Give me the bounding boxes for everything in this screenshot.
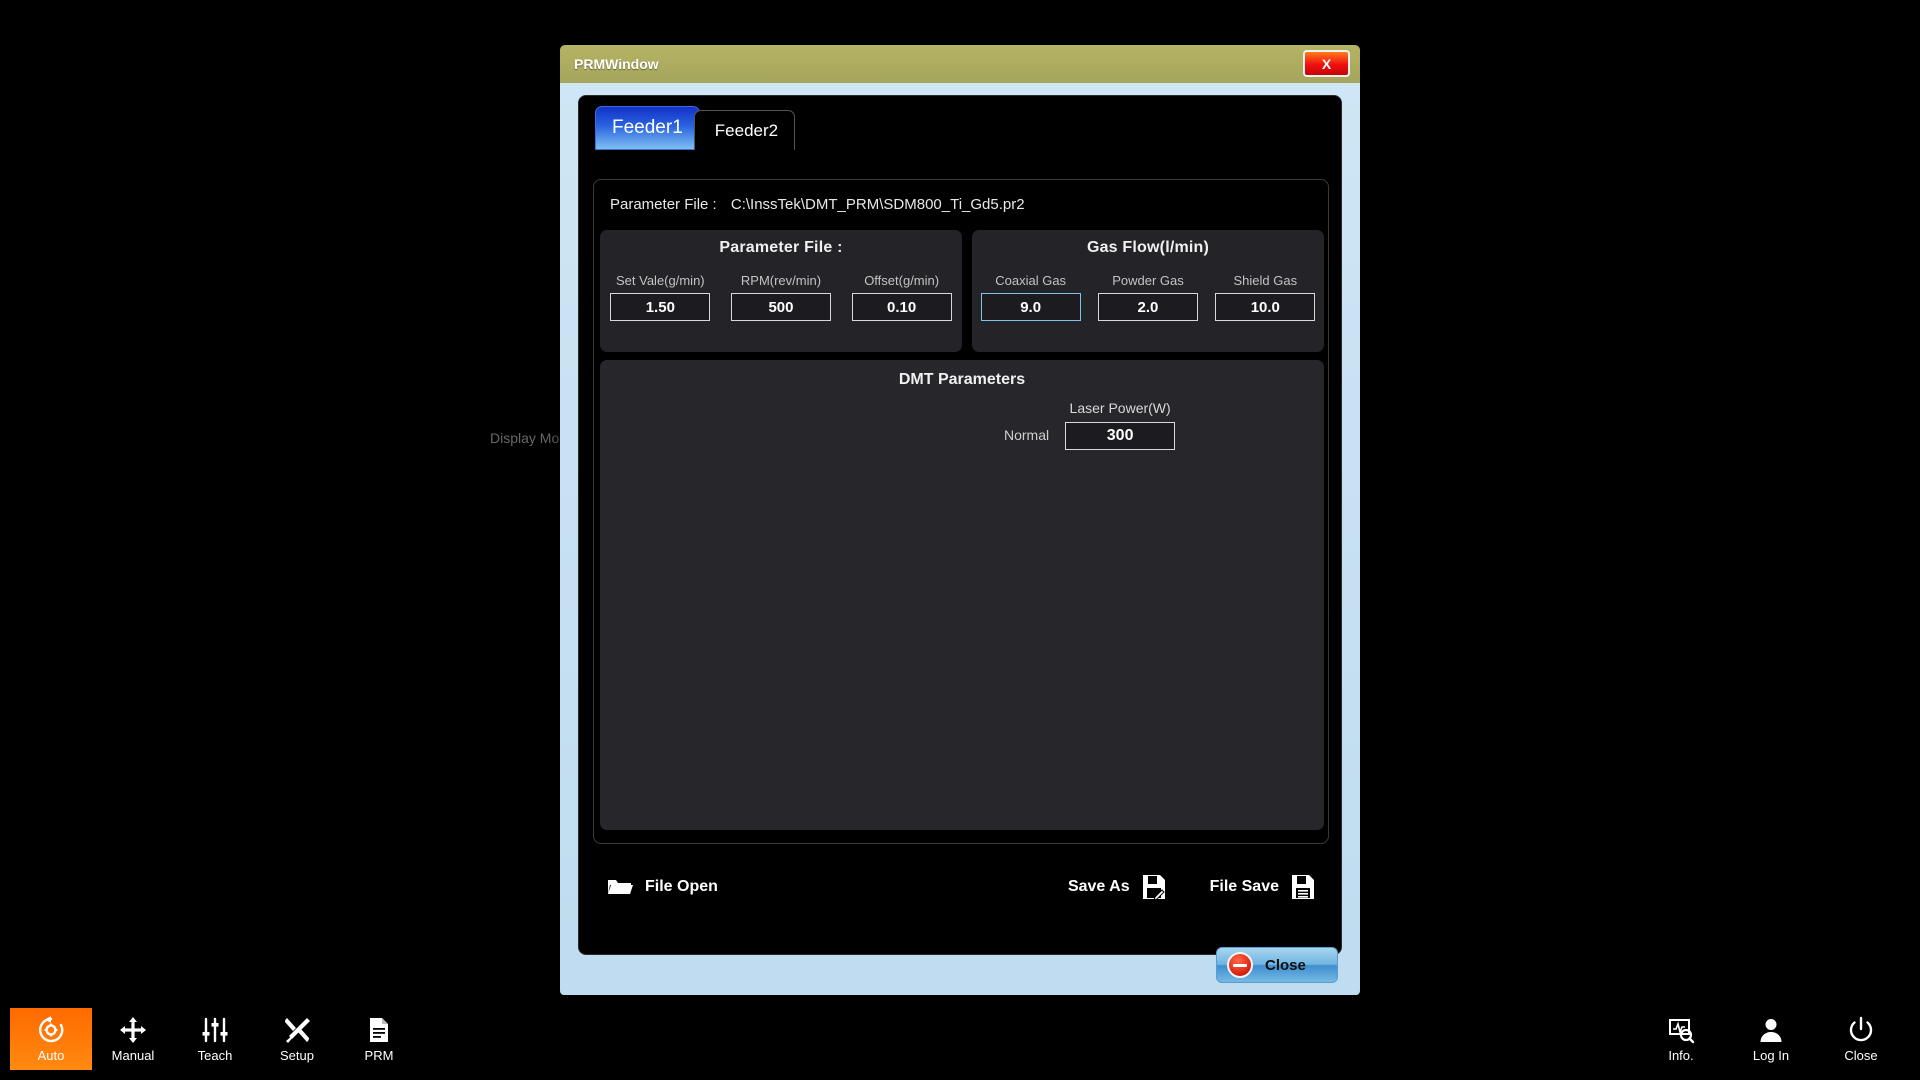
close-dialog-button[interactable]: Close <box>1216 947 1338 983</box>
taskbar-label: Info. <box>1668 1047 1694 1063</box>
document-lines-icon <box>365 1016 393 1044</box>
taskbar-label: Close <box>1844 1047 1878 1063</box>
taskbar-right-group: Info. Log In Close <box>1636 1000 1906 1080</box>
taskbar-item-setup[interactable]: Setup <box>256 1008 338 1070</box>
field-set-vale: Set Vale(g/min) 1.50 <box>604 273 716 321</box>
save-as-icon <box>1142 874 1166 900</box>
taskbar-label: Log In <box>1752 1047 1790 1063</box>
floppy-disk-icon <box>1291 874 1315 900</box>
gas-fields: Coaxial Gas 9.0 Powder Gas 2.0 Shield Ga… <box>972 273 1324 321</box>
tab-feeder2[interactable]: Feeder2 <box>693 110 796 150</box>
parameter-file-group: Parameter File : Set Vale(g/min) 1.50 RP… <box>600 230 962 352</box>
field-laser-power: Laser Power(W) 300 <box>1065 400 1176 450</box>
dialog-titlebar: PRMWindow X <box>560 45 1360 83</box>
field-powder-gas: Powder Gas 2.0 <box>1092 273 1204 321</box>
save-as-label: Save As <box>1067 878 1130 895</box>
taskbar-item-teach[interactable]: Teach <box>174 1008 256 1070</box>
file-open-label: File Open <box>645 878 718 895</box>
taskbar-label: Setup <box>280 1047 314 1063</box>
user-icon <box>1757 1016 1785 1044</box>
feeder1-panel: Parameter File : C:\InssTek\DMT_PRM\SDM8… <box>593 179 1329 844</box>
field-shield-gas: Shield Gas 10.0 <box>1209 273 1321 321</box>
file-action-bar: File Open Save As File Save <box>593 856 1329 918</box>
field-label: Powder Gas <box>1112 273 1184 288</box>
auto-cycle-gear-icon <box>37 1015 65 1044</box>
taskbar: Auto Manual Teach Setup PRM Info. Log In… <box>0 1000 1920 1080</box>
power-icon <box>1847 1016 1875 1044</box>
folder-open-icon <box>607 876 633 898</box>
rpm-input[interactable]: 500 <box>730 293 831 321</box>
field-coaxial-gas: Coaxial Gas 9.0 <box>975 273 1087 321</box>
tab-feeder1[interactable]: Feeder1 <box>595 106 700 150</box>
dialog-title: PRMWindow <box>574 56 659 72</box>
file-open-button[interactable]: File Open <box>607 876 718 898</box>
stop-circle-icon <box>1227 952 1253 978</box>
dmt-parameters-title: DMT Parameters <box>898 371 1026 388</box>
field-label: RPM(rev/min) <box>740 273 822 288</box>
dmt-mode-label: Normal <box>1004 427 1050 443</box>
offset-input[interactable]: 0.10 <box>851 293 952 321</box>
shield-gas-input[interactable]: 10.0 <box>1215 293 1316 321</box>
field-label: Coaxial Gas <box>995 273 1067 288</box>
move-arrows-icon <box>119 1016 147 1044</box>
dmt-parameters-group: DMT Parameters Normal Laser Power(W) 300 <box>600 360 1324 830</box>
taskbar-item-info[interactable]: Info. <box>1636 1008 1726 1070</box>
prm-window-dialog: PRMWindow X Feeder2 Feeder1 Parameter Fi… <box>560 45 1360 995</box>
field-label: Shield Gas <box>1233 273 1298 288</box>
gas-flow-group: Gas Flow(l/min) Coaxial Gas 9.0 Powder G… <box>972 230 1324 352</box>
field-rpm: RPM(rev/min) 500 <box>725 273 837 321</box>
parameter-file-group-title: Parameter File : <box>719 239 843 256</box>
file-save-button[interactable]: File Save <box>1210 874 1315 900</box>
parameter-file-label: Parameter File : <box>610 196 717 213</box>
laser-power-label: Laser Power(W) <box>1069 400 1171 416</box>
close-dialog-label: Close <box>1265 956 1306 974</box>
parameter-file-row: Parameter File : C:\InssTek\DMT_PRM\SDM8… <box>610 196 1025 213</box>
dialog-footer: Close <box>560 947 1360 983</box>
parameter-file-path: C:\InssTek\DMT_PRM\SDM800_Ti_Gd5.pr2 <box>730 196 1025 213</box>
taskbar-label: Teach <box>197 1047 233 1063</box>
gas-flow-group-title: Gas Flow(l/min) <box>1086 239 1210 256</box>
taskbar-label: Manual <box>111 1047 155 1063</box>
screen: Laser 0 W Ready Beam Activated Error Dis… <box>0 0 1920 1080</box>
taskbar-item-close[interactable]: Close <box>1816 1008 1906 1070</box>
field-offset: Offset(g/min) 0.10 <box>846 273 958 321</box>
laser-power-row: Normal Laser Power(W) 300 <box>1004 400 1176 450</box>
save-as-button[interactable]: Save As <box>1068 874 1166 900</box>
file-save-label: File Save <box>1209 878 1279 895</box>
powder-gas-input[interactable]: 2.0 <box>1097 293 1198 321</box>
taskbar-item-auto[interactable]: Auto <box>10 1008 92 1070</box>
taskbar-label: PRM <box>364 1047 394 1063</box>
dialog-body: Feeder2 Feeder1 Parameter File : C:\Inss… <box>578 95 1342 955</box>
taskbar-item-prm[interactable]: PRM <box>338 1008 420 1070</box>
taskbar-item-manual[interactable]: Manual <box>92 1008 174 1070</box>
taskbar-label: Auto <box>37 1047 65 1063</box>
feeder-tabs: Feeder2 Feeder1 <box>595 106 796 150</box>
set-vale-input[interactable]: 1.50 <box>610 293 711 321</box>
wrench-screwdriver-icon <box>283 1016 311 1044</box>
coaxial-gas-input[interactable]: 9.0 <box>980 293 1081 321</box>
taskbar-item-login[interactable]: Log In <box>1726 1008 1816 1070</box>
parameter-fields: Set Vale(g/min) 1.50 RPM(rev/min) 500 Of… <box>600 273 962 321</box>
sliders-icon <box>201 1016 229 1044</box>
laser-power-input[interactable]: 300 <box>1065 422 1176 450</box>
field-label: Set Vale(g/min) <box>616 273 705 288</box>
field-label: Offset(g/min) <box>864 273 940 288</box>
close-window-button[interactable]: X <box>1303 50 1350 77</box>
taskbar-left-group: Auto Manual Teach Setup PRM <box>10 1000 420 1080</box>
monitor-search-icon <box>1667 1016 1695 1044</box>
